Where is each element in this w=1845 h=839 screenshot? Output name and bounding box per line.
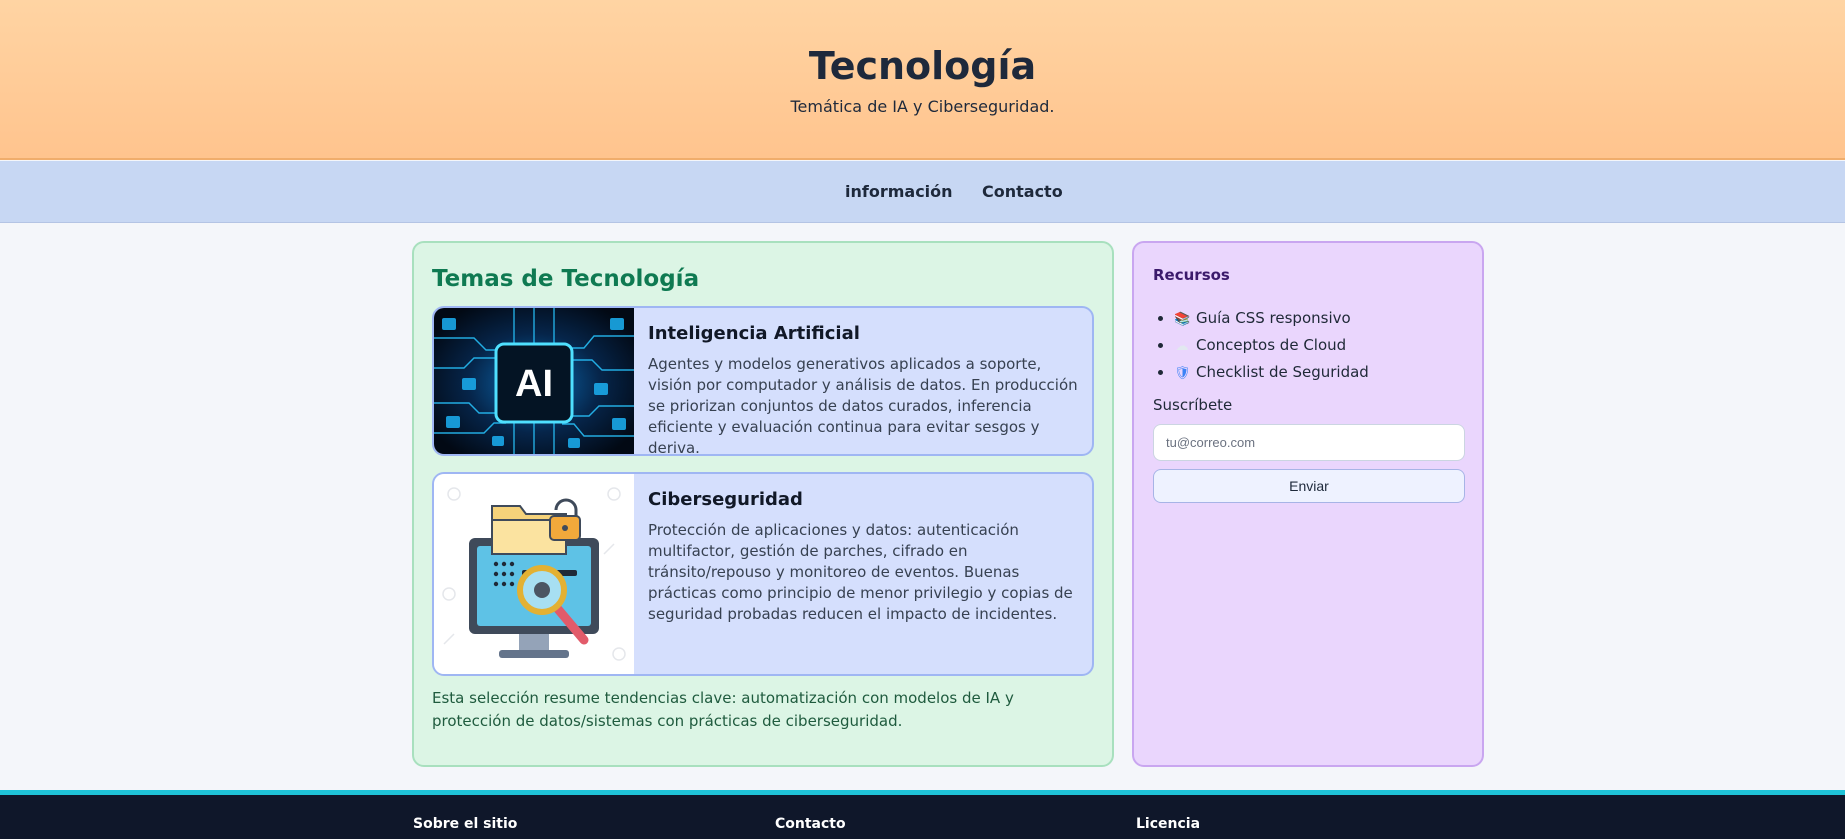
resource-item: 📚 Guía CSS responsivo: [1174, 305, 1369, 332]
topic-card-title-ai: Inteligencia Artificial: [648, 323, 860, 344]
subscribe-label: Suscríbete: [1153, 396, 1233, 414]
site-title: Tecnología: [808, 44, 1037, 88]
resources-list: 📚 Guía CSS responsivo ☁ Conceptos de Cloud…: [1174, 305, 1369, 386]
site-subtitle: Temática de IA y Ciberseguridad.: [790, 97, 1055, 116]
resource-link-css[interactable]: Guía CSS responsivo: [1196, 309, 1351, 327]
ai-chip-label: AI: [515, 363, 553, 405]
topic-card-text-ai: Agentes y modelos generativos aplicados …: [648, 355, 1078, 456]
resource-link-security[interactable]: Checklist de Seguridad: [1196, 363, 1369, 381]
topic-card-ai: AI Inteligencia Artificial Agentes y mod…: [432, 306, 1094, 456]
main-nav: información Contacto: [0, 161, 1845, 223]
topic-card-text-security: Protección de aplicaciones y datos: aute…: [648, 521, 1073, 623]
ai-chip-illustration: AI: [434, 308, 634, 454]
shield-icon: 🛡: [1174, 366, 1191, 381]
topic-card-title-security: Ciberseguridad: [648, 489, 803, 510]
resources-sidebar: Recursos 📚 Guía CSS responsivo ☁ Conceptos…: [1132, 241, 1484, 767]
books-icon: 📚: [1174, 312, 1191, 327]
ai-chip-image: AI: [434, 308, 634, 454]
security-monitor-image: [434, 474, 634, 674]
site-footer: Sobre el sitio Contacto Licencia: [0, 790, 1845, 839]
footer-heading-contact: Contacto: [775, 816, 846, 832]
resources-title: Recursos: [1153, 266, 1230, 284]
nav-link-contacto[interactable]: Contacto: [982, 182, 1063, 201]
nav-link-informacion[interactable]: información: [845, 182, 953, 201]
email-input[interactable]: [1153, 424, 1465, 461]
cloud-icon: ☁: [1175, 339, 1189, 354]
site-header: Tecnología Temática de IA y Cibersegurid…: [0, 0, 1845, 160]
topics-panel: Temas de Tecnología AI Inteligencia Arti…: [412, 241, 1114, 767]
topics-title: Temas de Tecnología: [432, 266, 700, 292]
resource-item: ☁ Conceptos de Cloud: [1174, 332, 1369, 359]
resource-item: 🛡 Checklist de Seguridad: [1174, 359, 1369, 386]
topic-card-security: Ciberseguridad Protección de aplicacione…: [432, 472, 1094, 676]
send-button[interactable]: Enviar: [1153, 469, 1465, 503]
topics-summary: Esta selección resume tendencias clave: …: [432, 689, 1014, 730]
footer-heading-about: Sobre el sitio: [413, 816, 518, 832]
resource-link-cloud[interactable]: Conceptos de Cloud: [1196, 336, 1346, 354]
security-monitor-illustration: [434, 474, 634, 674]
footer-heading-license: Licencia: [1136, 816, 1201, 832]
